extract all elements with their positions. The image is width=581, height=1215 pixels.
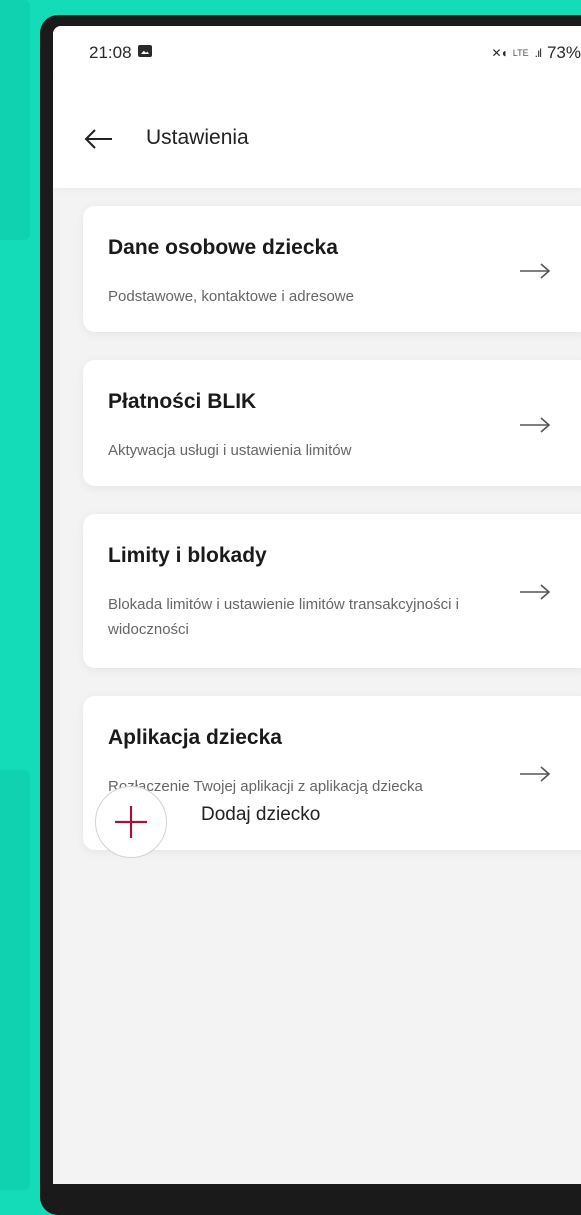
back-arrow-icon [84,129,112,149]
plus-circle[interactable] [95,786,167,858]
status-icons: ✕◖ LTE .ıl 73% [491,43,581,63]
lte-icon: LTE [512,47,529,58]
card-personal-data[interactable]: Dane osobowe dziecka Podstawowe, kontakt… [83,206,581,332]
app-bar: Ustawienia [53,78,581,188]
card-title: Limity i blokady [108,544,267,567]
card-limits-blocks[interactable]: Limity i blokady Blokada limitów i ustaw… [83,514,581,668]
background-panel-top [0,0,30,240]
arrow-right-icon [520,584,551,600]
arrow-right-icon [520,417,551,433]
background-panel-bottom [0,770,30,1190]
gallery-icon [138,45,152,57]
mute-icon: ✕◖ [491,46,507,60]
signal-icon: .ıl [534,46,542,60]
card-description: Aktywacja usługi i ustawienia limitów [108,442,352,459]
plus-icon [115,806,147,838]
arrow-right-icon [520,263,551,279]
card-description: Podstawowe, kontaktowe i adresowe [108,288,354,305]
card-title: Aplikacja dziecka [108,726,282,749]
card-description: Blokada limitów i ustawienie limitów tra… [108,596,459,638]
card-title: Dane osobowe dziecka [108,236,338,259]
status-bar: 21:08 ✕◖ LTE .ıl 73% [53,26,581,78]
page-title: Ustawienia [146,126,249,149]
add-child-label: Dodaj dziecko [201,804,321,825]
card-blik-payments[interactable]: Płatności BLIK Aktywacja usługi i ustawi… [83,360,581,486]
app-screen: 21:08 ✕◖ LTE .ıl 73% Ustawienia Dane oso… [53,26,581,1184]
back-button[interactable] [83,126,113,152]
arrow-right-icon [520,766,551,782]
add-child-button[interactable]: Dodaj dziecko [95,782,320,862]
card-title: Płatności BLIK [108,390,257,413]
battery-percent: 73% [546,43,581,62]
status-time: 21:08 [89,43,132,62]
